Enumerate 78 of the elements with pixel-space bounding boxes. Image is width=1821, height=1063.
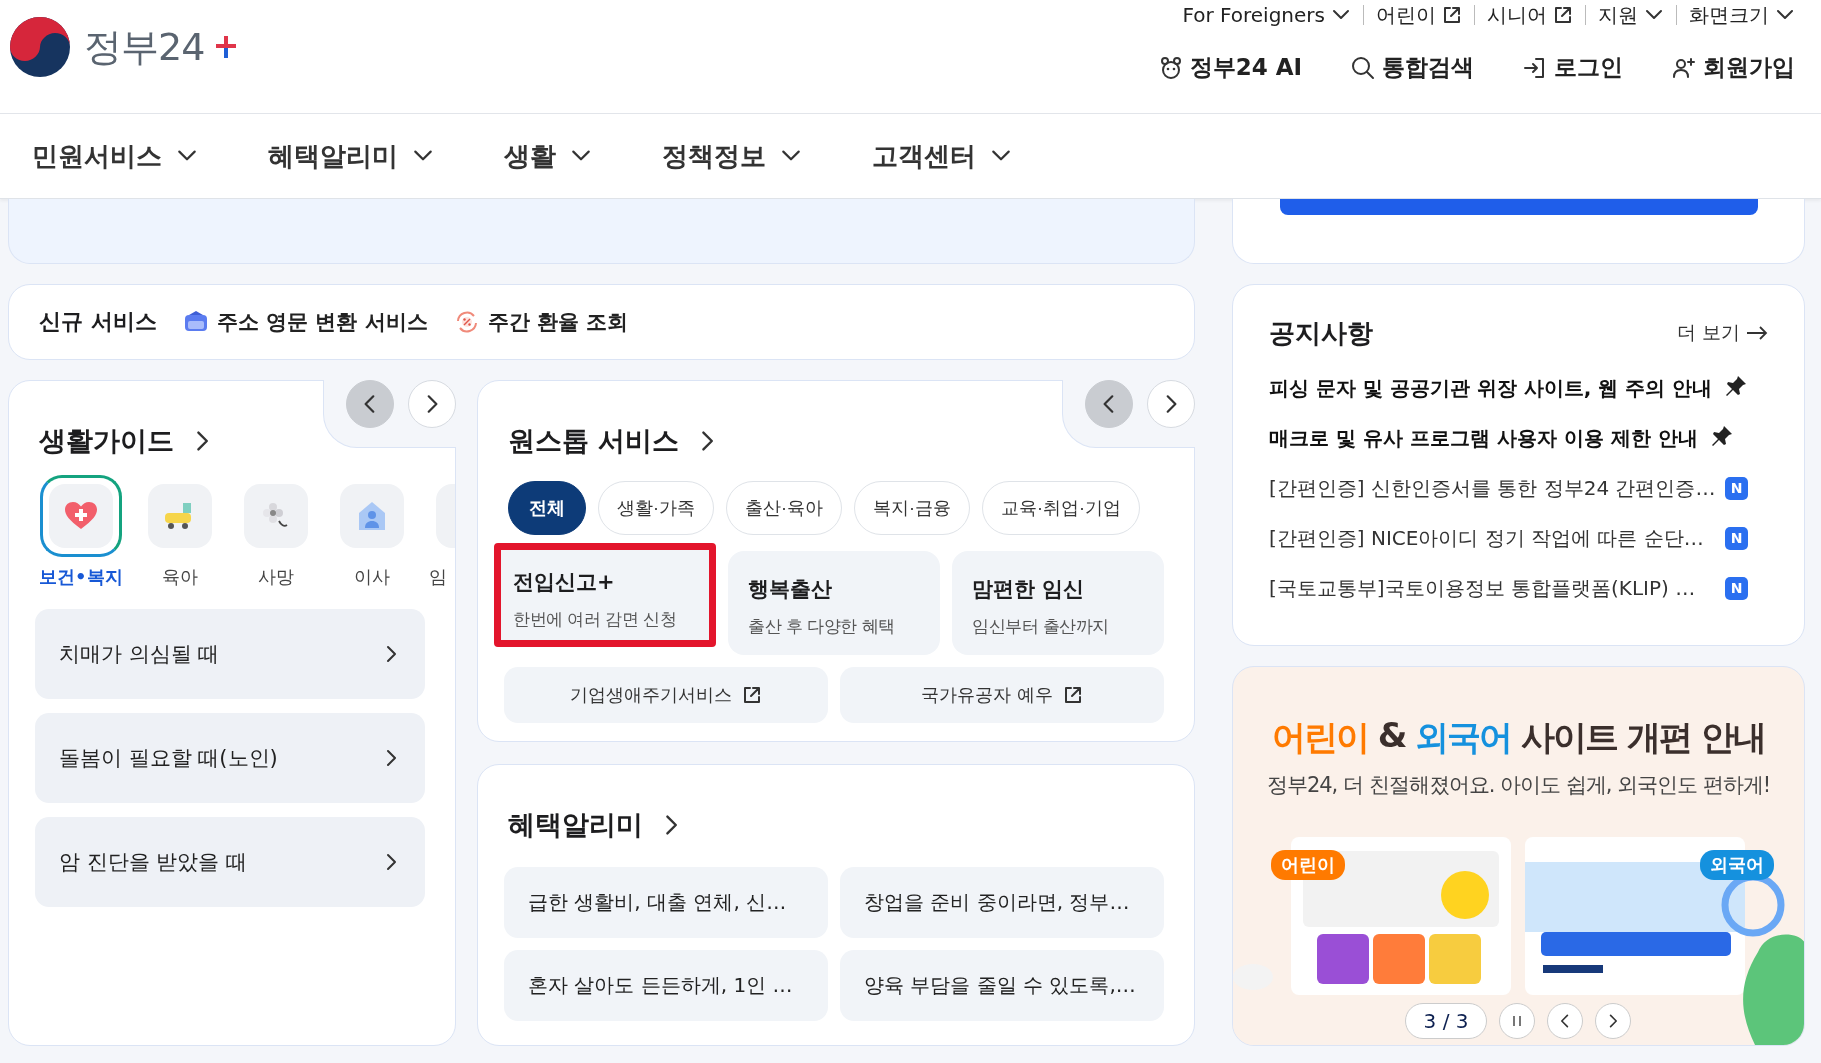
notice-link[interactable]: 매크로 및 유사 프로그램 사용자 이용 제한 안내: [1269, 424, 1698, 452]
external-link-icon: [1553, 5, 1573, 25]
external-link-icon: [742, 685, 762, 705]
category-tab[interactable]: 육아: [140, 475, 219, 589]
category-tab[interactable]: 이사: [332, 475, 411, 589]
card-subtitle: 한번에 여러 감면 신청: [513, 608, 678, 631]
slide-counter: 3 / 3: [1405, 1003, 1487, 1039]
panel-title-link[interactable]: 원스톱 서비스: [508, 421, 720, 461]
notice-link[interactable]: [간편인증] 신한인증서를 통한 정부24 간편인증…: [1269, 474, 1716, 502]
service-card[interactable]: 맘편한 임신 임신부터 출산까지: [952, 551, 1164, 655]
benefit-item[interactable]: 창업을 준비 중이라면, 정부…: [840, 867, 1164, 938]
new-badge: N: [1725, 476, 1748, 500]
section-title: 공지사항: [1269, 316, 1373, 350]
taegeuk-logo-icon: [8, 15, 72, 79]
card-title: 맘편한 임신: [972, 576, 1086, 603]
header-link[interactable]: 로그인: [1522, 52, 1623, 83]
filter-chip[interactable]: 생활·가족: [598, 481, 714, 535]
guide-list-item[interactable]: 돌봄이 필요할 때(노인): [35, 713, 425, 803]
card-title: 전입신고+: [513, 569, 616, 596]
service-link[interactable]: 주간 환율 조회: [453, 308, 629, 336]
filter-chip[interactable]: 복지·금융: [854, 481, 970, 535]
banner-subtitle: 정부24, 더 친절해졌어요. 아이도 쉽게, 외국인도 편하게!: [1266, 772, 1771, 799]
heart-icon: [63, 501, 98, 531]
card-title: 행복출산: [748, 576, 833, 603]
service-link[interactable]: 주소 영문 변환 서비스: [182, 308, 428, 336]
nav-menu-item[interactable]: 민원서비스: [32, 138, 198, 174]
guide-list-item[interactable]: 암 진단을 받았을 때: [35, 817, 425, 907]
logo-text[interactable]: 정부24: [84, 21, 205, 73]
external-service-link[interactable]: 기업생애주기서비스: [504, 667, 828, 723]
more-link[interactable]: 더 보기: [1676, 320, 1768, 346]
arrow-right-icon: [1746, 325, 1768, 341]
category-tab[interactable]: 사망: [236, 475, 315, 589]
header-link[interactable]: 통합검색: [1350, 52, 1474, 83]
filter-chip[interactable]: 교육·취업·기업: [982, 481, 1140, 535]
card-subtitle: 출산 후 다양한 혜택: [748, 615, 896, 638]
promo-banner[interactable]: 어린이 & 외국어 사이트 개편 안내 정부24, 더 친절해졌어요. 아이도 쉽게, 외국인도 편하게! 어린이 외국어 3 / 3: [1232, 666, 1805, 1046]
top-link[interactable]: For Foreigners: [1170, 5, 1363, 25]
nav-menu-item[interactable]: 고객센터: [872, 138, 1012, 174]
previous-button[interactable]: [346, 380, 394, 428]
benefit-item[interactable]: 급한 생활비, 대출 연체, 신…: [504, 867, 828, 938]
search-icon: [1350, 54, 1376, 81]
external-service-link[interactable]: 국가유공자 예우: [840, 667, 1164, 723]
service-card[interactable]: 전입신고+ 한번에 여러 감면 신청: [494, 543, 716, 647]
panel-title-link[interactable]: 생활가이드: [39, 421, 214, 461]
top-link[interactable]: 화면크기: [1676, 5, 1795, 25]
header-link[interactable]: 정부24 AI: [1157, 52, 1302, 83]
benefit-item[interactable]: 혼자 살아도 든든하게, 1인 …: [504, 950, 828, 1021]
plus-logo-icon: [216, 36, 237, 58]
notice-link[interactable]: [간편인증] NICE아이디 정기 작업에 따른 순단…: [1269, 524, 1704, 552]
pin-icon: [1724, 374, 1749, 398]
external-link-icon: [1062, 685, 1083, 705]
service-card[interactable]: 행복출산 출산 후 다양한 혜택: [728, 551, 940, 655]
banner-title: 어린이 & 외국어 사이트 개편 안내: [1271, 715, 1766, 759]
section-title: 신규 서비스: [39, 308, 157, 336]
previous-button[interactable]: [1085, 380, 1133, 428]
next-button[interactable]: [408, 380, 456, 428]
guide-list-item[interactable]: 치매가 의심될 때: [35, 609, 425, 699]
top-link[interactable]: 어린이: [1363, 5, 1474, 25]
new-badge: N: [1725, 576, 1748, 600]
nav-menu-item[interactable]: 혜택알리미: [268, 138, 434, 174]
next-button[interactable]: [1147, 380, 1195, 428]
external-link-icon: [1442, 5, 1462, 25]
header-link[interactable]: 회원가입: [1671, 52, 1795, 83]
notice-link[interactable]: 피싱 문자 및 공공기관 위장 사이트, 웹 주의 안내: [1269, 374, 1713, 402]
benefit-item[interactable]: 양육 부담을 줄일 수 있도록,…: [840, 950, 1164, 1021]
nav-menu-item[interactable]: 정책정보: [662, 138, 802, 174]
filter-chip[interactable]: 출산·육아: [726, 481, 842, 535]
new-badge: N: [1725, 526, 1748, 550]
top-link[interactable]: 시니어: [1474, 5, 1585, 25]
filter-chip[interactable]: 전체: [508, 481, 586, 535]
tag-label: 외국어: [1700, 850, 1774, 880]
pause-icon: [1511, 1014, 1523, 1028]
top-link[interactable]: 지원: [1585, 5, 1676, 25]
notice-link[interactable]: [국토교통부]국토이용정보 통합플랫폼(KLIP) …: [1269, 574, 1696, 602]
tag-label: 어린이: [1271, 850, 1345, 880]
nav-menu-item[interactable]: 생활: [504, 138, 592, 174]
panel-title-link[interactable]: 혜택알리미: [508, 805, 683, 845]
card-subtitle: 임신부터 출산까지: [972, 615, 1110, 638]
